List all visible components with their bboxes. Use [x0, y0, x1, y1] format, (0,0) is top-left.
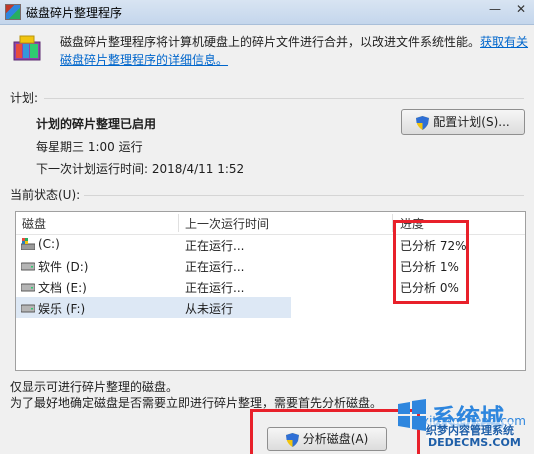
progress-highlight-box	[393, 220, 469, 304]
defrag-app-icon	[5, 4, 21, 20]
section-divider	[44, 98, 524, 99]
drive-icon	[21, 283, 35, 292]
minimize-button[interactable]: —	[482, 1, 508, 17]
description-body: 磁盘碎片整理程序将计算机硬盘上的碎片文件进行合并，以改进文件系统性能。	[60, 35, 481, 49]
last-run: 正在运行...	[185, 281, 245, 295]
close-button[interactable]: ✕	[508, 1, 534, 17]
window-title: 磁盘碎片整理程序	[26, 6, 123, 20]
table-row[interactable]: 娱乐 (F:) 从未运行	[16, 297, 291, 318]
section-divider	[84, 195, 524, 196]
last-run: 正在运行...	[185, 239, 245, 253]
configure-schedule-label: 配置计划(S)...	[433, 115, 510, 129]
column-header-last-run[interactable]: 上一次运行时间	[185, 215, 269, 232]
schedule-run-time: 每星期三 1:00 运行	[36, 140, 143, 154]
disk-name: (C:)	[38, 237, 60, 251]
watermark-site-domain: DEDECMS.COM	[428, 436, 521, 449]
description-text: 磁盘碎片整理程序将计算机硬盘上的碎片文件进行合并，以改进文件系统性能。获取有关磁…	[60, 33, 530, 69]
note-line-1: 仅显示可进行碎片整理的磁盘。	[10, 380, 179, 394]
last-run: 从未运行	[185, 302, 234, 316]
system-drive-icon	[21, 238, 35, 250]
configure-schedule-button[interactable]: 配置计划(S)...	[401, 109, 525, 135]
column-divider[interactable]	[178, 214, 179, 232]
uac-shield-icon	[416, 115, 430, 130]
schedule-section-label: 计划:	[10, 91, 39, 105]
schedule-status-title: 计划的碎片整理已启用	[36, 117, 157, 131]
defrag-program-icon	[13, 35, 41, 61]
drive-icon	[21, 262, 35, 271]
title-bar[interactable]: 磁盘碎片整理程序 — ✕	[0, 0, 534, 25]
drive-icon	[21, 304, 35, 313]
disk-name: 娱乐 (F:)	[38, 302, 86, 316]
column-header-disk[interactable]: 磁盘	[22, 215, 46, 232]
schedule-next-run: 下一次计划运行时间: 2018/4/11 1:52	[36, 162, 245, 176]
last-run: 正在运行...	[185, 260, 245, 274]
current-status-label: 当前状态(U):	[10, 188, 81, 202]
disk-name: 文档 (E:)	[38, 281, 87, 295]
disk-name: 软件 (D:)	[38, 260, 89, 274]
